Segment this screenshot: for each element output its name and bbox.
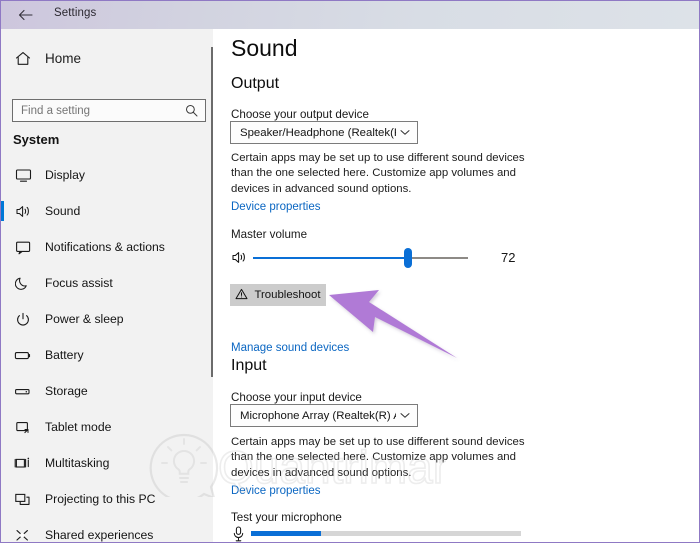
- sidebar-item-sound[interactable]: Sound: [1, 193, 213, 229]
- sidebar-item-label: Notifications & actions: [45, 240, 165, 254]
- section-heading-output: Output: [231, 75, 280, 92]
- input-device-label: Choose your input device: [231, 391, 362, 404]
- volume-slider-fill: [253, 257, 408, 259]
- sidebar-item-projecting[interactable]: Projecting to this PC: [1, 481, 213, 517]
- sidebar-item-label: Multitasking: [45, 456, 110, 470]
- chevron-down-icon: [400, 128, 410, 138]
- sidebar-item-label: Tablet mode: [45, 420, 112, 434]
- title-bar: Settings: [1, 1, 699, 29]
- sidebar-item-label: Sound: [45, 204, 81, 218]
- tablet-icon: [1, 420, 45, 435]
- speaker-icon: [1, 204, 45, 219]
- search-input[interactable]: [13, 100, 181, 121]
- section-heading-input: Input: [231, 357, 267, 374]
- sidebar-item-shared-experiences[interactable]: Shared experiences: [1, 517, 213, 543]
- sidebar-item-storage[interactable]: Storage: [1, 373, 213, 409]
- output-device-select[interactable]: Speaker/Headphone (Realtek(R) A...: [230, 121, 418, 144]
- microphone-icon: [232, 526, 245, 542]
- settings-window: Settings Home System: [0, 0, 700, 543]
- sidebar-item-label: Battery: [45, 348, 84, 362]
- sidebar-item-label: Storage: [45, 384, 88, 398]
- back-arrow-icon[interactable]: [9, 3, 41, 27]
- battery-icon: [1, 348, 45, 363]
- sidebar-nav-list: Display Sound Notifications & actions Fo…: [1, 157, 213, 543]
- manage-sound-devices-link[interactable]: Manage sound devices: [231, 342, 349, 354]
- output-device-properties-link[interactable]: Device properties: [231, 201, 320, 213]
- sidebar-item-display[interactable]: Display: [1, 157, 213, 193]
- sidebar-item-power-sleep[interactable]: Power & sleep: [1, 301, 213, 337]
- sidebar-item-notifications[interactable]: Notifications & actions: [1, 229, 213, 265]
- input-device-properties-link[interactable]: Device properties: [231, 485, 320, 497]
- power-icon: [1, 312, 45, 327]
- monitor-icon: [1, 168, 45, 183]
- sidebar-category-title: System: [13, 132, 60, 147]
- multitasking-icon: [1, 456, 45, 471]
- input-note: Certain apps may be set up to use differ…: [231, 436, 525, 479]
- sidebar-item-label: Focus assist: [45, 276, 113, 290]
- sidebar: Home System Display: [1, 29, 213, 543]
- sidebar-item-focus-assist[interactable]: Focus assist: [1, 265, 213, 301]
- microphone-level-meter: [251, 531, 521, 536]
- sidebar-item-battery[interactable]: Battery: [1, 337, 213, 373]
- notification-icon: [1, 240, 45, 255]
- search-box[interactable]: [12, 99, 206, 122]
- sidebar-item-label: Power & sleep: [45, 312, 124, 326]
- microphone-level-fill: [251, 531, 322, 536]
- sidebar-item-home[interactable]: Home: [1, 41, 213, 75]
- sidebar-scrollbar[interactable]: [211, 29, 213, 542]
- master-volume-value: 72: [501, 250, 516, 265]
- output-note: Certain apps may be set up to use differ…: [231, 152, 525, 195]
- output-device-label: Choose your output device: [231, 108, 369, 121]
- master-volume-label: Master volume: [231, 228, 308, 241]
- volume-slider-thumb[interactable]: [403, 248, 412, 268]
- sidebar-item-label: Display: [45, 168, 85, 182]
- troubleshoot-button-label: Troubleshoot: [254, 289, 321, 301]
- page-title: Sound: [231, 35, 298, 61]
- window-title: Settings: [54, 7, 97, 19]
- input-device-select[interactable]: Microphone Array (Realtek(R) Au...: [230, 404, 418, 427]
- scrollbar-thumb[interactable]: [211, 47, 213, 377]
- selection-indicator: [1, 201, 4, 221]
- sidebar-item-label-home: Home: [45, 50, 82, 66]
- sidebar-item-label: Shared experiences: [45, 528, 154, 542]
- sidebar-item-multitasking[interactable]: Multitasking: [1, 445, 213, 481]
- moon-icon: [1, 276, 45, 291]
- master-volume-slider[interactable]: [253, 248, 468, 268]
- chevron-down-icon: [400, 411, 410, 421]
- projecting-icon: [1, 492, 45, 507]
- sidebar-item-label: Projecting to this PC: [45, 492, 156, 506]
- sidebar-item-tablet-mode[interactable]: Tablet mode: [1, 409, 213, 445]
- output-device-value: Speaker/Headphone (Realtek(R) A...: [240, 126, 396, 139]
- volume-speaker-icon: [231, 250, 248, 270]
- storage-icon: [1, 384, 45, 399]
- home-icon: [1, 51, 45, 66]
- search-icon[interactable]: [181, 104, 201, 117]
- share-icon: [1, 528, 45, 543]
- warning-triangle-icon: [235, 288, 248, 303]
- test-microphone-label: Test your microphone: [231, 511, 342, 524]
- input-device-value: Microphone Array (Realtek(R) Au...: [240, 409, 396, 422]
- troubleshoot-button[interactable]: Troubleshoot: [230, 284, 326, 306]
